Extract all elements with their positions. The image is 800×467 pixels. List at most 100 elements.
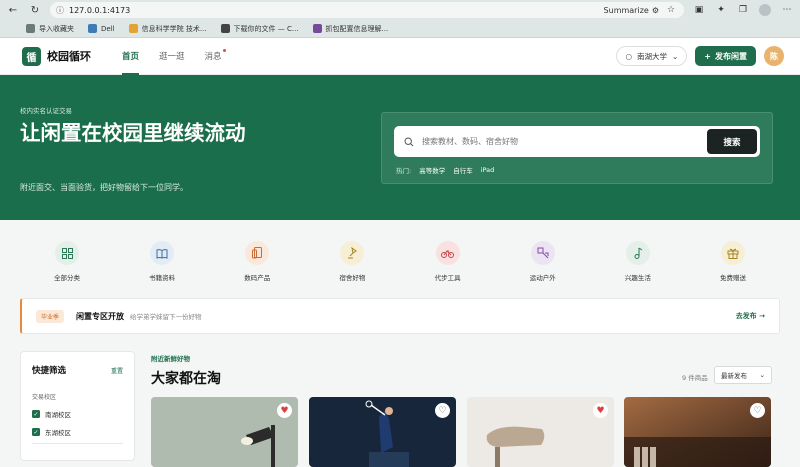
address-bar[interactable]: ⓘ 127.0.0.1:4173 Summarize ⚙ ☆ bbox=[50, 2, 684, 18]
bookmark-label: 信息科学学院 技术... bbox=[141, 24, 207, 33]
summarize-icon: ⚙ bbox=[651, 5, 659, 15]
nav-messages-label: 消息 bbox=[204, 52, 222, 62]
bookmark-label: 抓包配置信息理解... bbox=[325, 24, 389, 33]
hero-banner: 校内实名认证交易 让闲置在校园里继续流动 附近面交、当面验货，把好物留给下一位同… bbox=[0, 75, 800, 220]
more-icon[interactable]: ⋯ bbox=[780, 3, 794, 17]
favorite-button[interactable]: ♥ bbox=[593, 403, 608, 418]
category-label: 数码产品 bbox=[244, 274, 271, 282]
bookmark-item[interactable]: 抓包配置信息理解... bbox=[312, 24, 389, 34]
category-item[interactable]: 书籍资料 bbox=[116, 220, 208, 295]
chevron-down-icon: ⌄ bbox=[759, 371, 765, 379]
hot-searches: 热门: 高等数学 自行车 iPad bbox=[396, 165, 494, 175]
publish-button[interactable]: + 发布闲置 bbox=[695, 46, 756, 66]
bookmark-icon bbox=[26, 24, 35, 33]
hot-tag[interactable]: 高等数学 bbox=[419, 165, 445, 175]
feed-title: 大家都在淘 bbox=[151, 371, 221, 387]
category-label: 宿舍好物 bbox=[339, 274, 366, 282]
gift-icon bbox=[720, 241, 745, 265]
category-label: 运动户外 bbox=[529, 274, 556, 282]
category-item[interactable]: 代步工具 bbox=[402, 220, 494, 295]
nav-explore[interactable]: 逛一逛 bbox=[159, 38, 185, 75]
bookmark-item[interactable]: Dell bbox=[88, 24, 115, 33]
unread-dot bbox=[222, 48, 226, 52]
hero-title: 让闲置在校园里继续流动 bbox=[20, 121, 246, 145]
hero-eyebrow: 校内实名认证交易 bbox=[20, 107, 72, 115]
favorite-button[interactable]: ♡ bbox=[750, 403, 765, 418]
music-icon bbox=[625, 241, 650, 265]
main-nav: 首页 逛一逛 消息 bbox=[122, 38, 226, 75]
checkbox-checked-icon[interactable]: ✓ bbox=[32, 410, 40, 418]
sort-select[interactable]: 最新发布 ⌄ bbox=[714, 366, 772, 384]
logo-icon[interactable]: 循 bbox=[22, 46, 41, 66]
search-box: 搜索 bbox=[394, 126, 760, 157]
bookmark-icon bbox=[220, 24, 230, 33]
product-card[interactable]: ♥ bbox=[467, 397, 614, 467]
bookmark-item[interactable]: 导入收藏夹 bbox=[26, 24, 74, 34]
info-icon: ⓘ bbox=[56, 5, 64, 15]
book-icon bbox=[150, 241, 175, 265]
hot-tag[interactable]: iPad bbox=[481, 166, 495, 174]
heart-icon: ♥ bbox=[280, 405, 289, 416]
reset-button[interactable]: 重置 bbox=[111, 366, 123, 375]
category-item[interactable]: 宿舍好物 bbox=[306, 220, 398, 295]
notice-title: 闲置专区开放 bbox=[76, 311, 125, 321]
browser-chrome: ← ↻ ⓘ 127.0.0.1:4173 Summarize ⚙ ☆ ▣ ✦ ❐… bbox=[0, 0, 800, 38]
notice-link[interactable]: 去发布 → bbox=[736, 311, 765, 321]
category-label: 免费赠送 bbox=[719, 274, 746, 282]
copilot-icon[interactable]: ✦ bbox=[714, 3, 728, 17]
publish-label: 发布闲置 bbox=[715, 51, 747, 61]
hot-tag[interactable]: 自行车 bbox=[453, 165, 473, 175]
collections-icon[interactable]: ❐ bbox=[736, 3, 750, 17]
category-item[interactable]: 全部分类 bbox=[21, 220, 113, 295]
bookmark-item[interactable]: 下载你的文件 — C... bbox=[220, 24, 299, 34]
category-item[interactable]: 数码产品 bbox=[211, 220, 303, 295]
heart-icon: ♥ bbox=[596, 405, 605, 416]
product-image bbox=[151, 397, 298, 467]
nav-home[interactable]: 首页 bbox=[122, 38, 140, 75]
bookmark-label: Dell bbox=[101, 24, 115, 33]
search-button[interactable]: 搜索 bbox=[707, 129, 757, 154]
checkbox-checked-icon[interactable]: ✓ bbox=[32, 428, 40, 436]
bookmark-label: 下载你的文件 — C... bbox=[233, 24, 299, 33]
product-image bbox=[467, 397, 614, 467]
nav-explore-label: 逛一逛 bbox=[159, 52, 185, 62]
favorite-button[interactable]: ♥ bbox=[277, 403, 292, 418]
sport-icon bbox=[530, 241, 555, 265]
campus-checkbox[interactable]: ✓ 东湖校区 bbox=[32, 427, 123, 437]
notice-desc: 给学弟学妹留下一份好物 bbox=[130, 313, 202, 321]
category-item[interactable]: 运动户外 bbox=[497, 220, 589, 295]
url-text: 127.0.0.1:4173 bbox=[69, 5, 131, 15]
profile-icon[interactable] bbox=[758, 3, 772, 17]
product-image bbox=[309, 397, 456, 467]
bookmark-label: 导入收藏夹 bbox=[39, 24, 74, 33]
campus-filter-label: 交易校区 bbox=[32, 394, 57, 401]
device-icon bbox=[245, 241, 270, 265]
user-avatar[interactable]: 陈 bbox=[764, 46, 784, 66]
product-card[interactable]: ♡ bbox=[309, 397, 456, 467]
filter-title: 快捷筛选 bbox=[32, 366, 67, 376]
summarize-button[interactable]: Summarize ⚙ bbox=[604, 6, 659, 15]
search-input[interactable] bbox=[422, 137, 707, 146]
app-name[interactable]: 校园循环 bbox=[47, 48, 91, 64]
notice-banner: 毕业季 闲置专区开放 给学弟学妹留下一份好物 去发布 → bbox=[20, 298, 780, 334]
category-item[interactable]: 免费赠送 bbox=[687, 220, 779, 295]
category-item[interactable]: 兴趣生活 bbox=[592, 220, 684, 295]
reload-icon[interactable]: ↻ bbox=[28, 3, 42, 17]
campus-checkbox[interactable]: ✓ 南湖校区 bbox=[32, 409, 123, 419]
notice-tag: 毕业季 bbox=[36, 309, 65, 323]
category-label: 书籍资料 bbox=[149, 274, 176, 282]
nav-home-label: 首页 bbox=[122, 52, 140, 62]
extensions-icon[interactable]: ▣ bbox=[692, 3, 706, 17]
chevron-down-icon: ⌄ bbox=[672, 51, 679, 61]
favorite-button[interactable]: ♡ bbox=[435, 403, 450, 418]
bookmark-item[interactable]: 信息科学学院 技术... bbox=[128, 24, 207, 34]
back-icon[interactable]: ← bbox=[6, 3, 20, 17]
product-card[interactable]: ♡ bbox=[624, 397, 771, 467]
star-icon[interactable]: ☆ bbox=[664, 3, 678, 17]
lamp-icon bbox=[340, 241, 365, 265]
campus-selector[interactable]: ○ 南湖大学 ⌄ bbox=[616, 46, 688, 66]
product-card[interactable]: ♥ bbox=[151, 397, 298, 467]
nav-messages[interactable]: 消息 bbox=[204, 38, 226, 75]
search-icon bbox=[404, 136, 414, 146]
bookmark-icon bbox=[88, 24, 97, 33]
